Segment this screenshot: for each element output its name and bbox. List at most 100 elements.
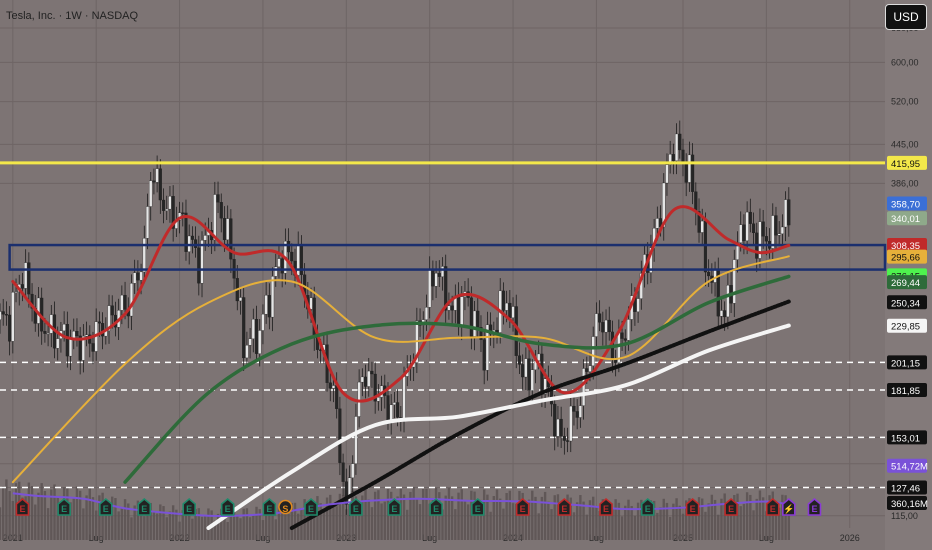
volume-bar <box>585 514 588 540</box>
volume-bar <box>717 514 720 540</box>
volume-bar <box>216 513 220 540</box>
volume-bar <box>537 513 540 540</box>
volume-bar <box>123 499 127 540</box>
candle-body <box>482 339 486 371</box>
candle-body <box>0 311 2 320</box>
candle-body <box>97 321 101 324</box>
volume-bar <box>681 513 685 540</box>
price-chart[interactable]: 2021Lug2022Lug2023Lug2024Lug2025Lug20266… <box>0 0 932 550</box>
candle-body <box>248 338 252 346</box>
volume-bar <box>255 506 258 540</box>
earnings-marker-label: E <box>603 504 609 514</box>
price-label-text: 269,44 <box>891 278 920 289</box>
candle-body <box>460 296 464 327</box>
candle-body <box>588 365 592 372</box>
volume-bar <box>630 506 633 540</box>
volume-bar <box>94 510 98 540</box>
volume-bar <box>572 512 576 540</box>
volume-bar <box>707 503 710 540</box>
volume-bar <box>159 504 162 540</box>
candle-body <box>271 276 275 318</box>
volume-bar <box>758 490 762 540</box>
candle-body <box>678 133 682 151</box>
candle-body <box>774 215 778 236</box>
volume-bar <box>492 496 496 540</box>
candle-body <box>784 199 788 228</box>
volume-bar <box>745 492 749 540</box>
volume-bar <box>592 496 595 540</box>
volume-bar <box>422 488 425 540</box>
volume-bar <box>489 511 492 540</box>
earnings-marker-label: ⚡ <box>783 503 794 515</box>
candle-body <box>197 247 201 284</box>
volume-bar <box>40 483 43 540</box>
volume-bar <box>91 497 95 540</box>
candle-body <box>566 440 570 442</box>
volume-bar <box>152 512 156 540</box>
volume-bar <box>88 488 91 540</box>
candle-body <box>43 331 47 334</box>
candle-body <box>707 271 711 277</box>
volume-bar <box>614 499 617 540</box>
candle-body <box>585 368 589 372</box>
candle-body <box>360 376 364 383</box>
earnings-marker-label: E <box>308 504 314 514</box>
candle-body <box>719 310 724 317</box>
volume-bar <box>620 516 624 540</box>
earnings-marker-label: E <box>186 504 192 514</box>
price-label-text: 181,85 <box>891 386 920 397</box>
volume-bar <box>34 504 37 540</box>
volume-bar <box>319 503 322 540</box>
candle-body <box>72 331 76 338</box>
volume-bar <box>284 511 287 540</box>
candle-body <box>473 310 477 337</box>
candle-body <box>424 307 429 320</box>
candle-body <box>11 292 15 342</box>
volume-bar <box>11 501 15 540</box>
candle-body <box>277 258 281 267</box>
candle-body <box>46 333 50 335</box>
candle-body <box>665 164 669 184</box>
volume-bar <box>425 488 428 540</box>
volume-bar <box>82 508 85 540</box>
candle-body <box>68 337 73 357</box>
candle-body <box>572 405 576 412</box>
earnings-marker-label: E <box>225 504 231 514</box>
candle-body <box>200 240 204 284</box>
candle-body <box>85 334 89 337</box>
earnings-marker-label: E <box>475 504 481 514</box>
candle-body <box>505 302 509 311</box>
volume-bar <box>556 494 560 540</box>
volume-bar <box>582 501 585 540</box>
candle-body <box>530 369 534 391</box>
candle-body <box>437 273 441 277</box>
volume-bar <box>454 509 457 540</box>
candle-body <box>787 199 791 226</box>
candle-body <box>328 382 332 389</box>
candle-body <box>216 194 220 203</box>
candle-body <box>687 154 691 183</box>
currency-button[interactable]: USD <box>885 4 927 30</box>
volume-bar <box>43 490 47 540</box>
volume-bar <box>261 520 265 540</box>
price-label-10: 181,85 <box>887 383 927 398</box>
volume-bar <box>335 506 338 540</box>
y-tick-label-4: 386,00 <box>891 178 919 188</box>
volume-bar <box>534 496 537 540</box>
price-label-13: 127,46 <box>887 480 927 495</box>
candle-body <box>514 306 518 356</box>
volume-bar <box>553 495 556 540</box>
volume-bar <box>187 513 191 540</box>
earnings-marker-label: E <box>141 504 147 514</box>
candle-body <box>742 224 746 241</box>
volume-bar <box>447 487 451 540</box>
candle-body <box>501 290 505 311</box>
candle-body <box>524 358 528 378</box>
volume-bar <box>120 506 124 540</box>
volume-bar <box>8 491 11 540</box>
candle-body <box>287 241 291 253</box>
candle-body <box>392 402 396 406</box>
earnings-marker-label: E <box>353 504 359 514</box>
price-label-text: 360,16M <box>891 499 928 510</box>
price-label-text: 127,46 <box>891 484 920 495</box>
